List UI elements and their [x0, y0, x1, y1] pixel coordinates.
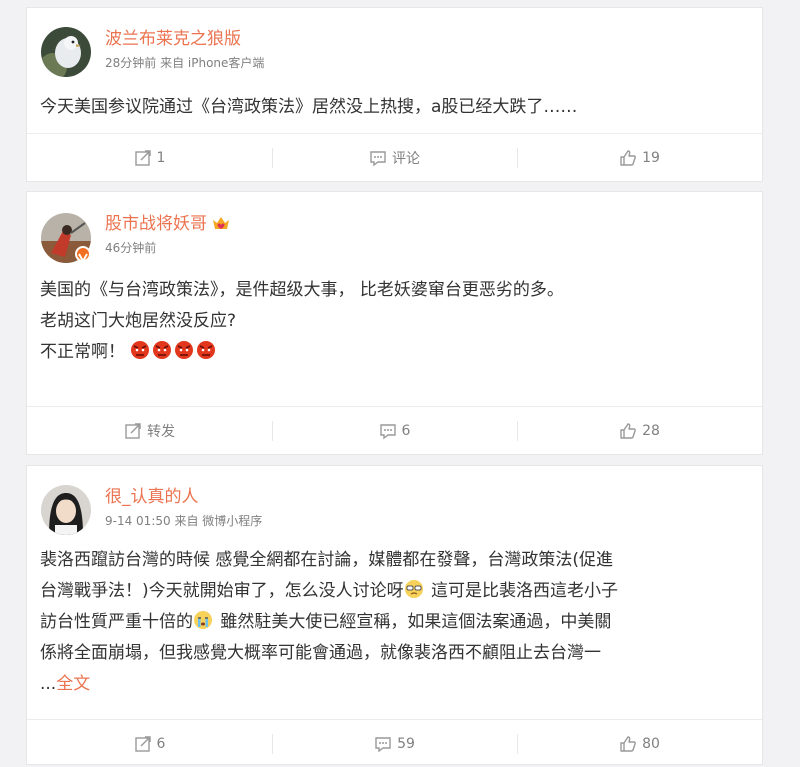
text-line: 美国的《与台湾政策法》，是件超级大事， 比老妖婆窜台更恶劣的多。 — [40, 280, 564, 300]
comment-count: 59 — [397, 735, 415, 752]
post-text: 美国的《与台湾政策法》，是件超级大事， 比老妖婆窜台更恶劣的多。 老胡这门大炮居… — [40, 275, 748, 368]
like-icon — [620, 149, 636, 166]
repost-icon — [134, 149, 151, 166]
verified-badge-icon — [75, 246, 91, 264]
action-bar: 1 评论 19 — [27, 133, 762, 181]
username[interactable]: 波兰布莱克之狼版 — [105, 29, 241, 49]
post-meta: 28分钟前 来自 iPhone客户端 — [105, 56, 265, 70]
post-meta: 9-14 01:50 来自 微博小程序 — [105, 514, 263, 528]
repost-count: 1 — [156, 149, 166, 166]
username-text: 股市战将妖哥 — [105, 214, 207, 234]
post-card: 股市战将妖哥 46分钟前 美国的《与台湾政策法》，是件超级大事， 比老妖婆窜台更… — [26, 191, 763, 455]
post-text: 裴洛西躥訪台灣的時候 感覺全網都在討論，媒體都在發聲，台灣政策法(促進 台灣戰爭… — [40, 545, 748, 700]
repost-button[interactable]: 6 — [27, 720, 272, 767]
text-line: 係將全面崩塌，但我感覺大概率可能會通過，就像裴洛西不顧阻止去台灣一 — [40, 643, 601, 663]
like-icon — [620, 422, 636, 439]
post-meta: 46分钟前 — [105, 241, 157, 255]
avatar[interactable] — [41, 485, 91, 535]
post-card: 波兰布莱克之狼版 28分钟前 来自 iPhone客户端 今天美国参议院通过《台湾… — [26, 7, 763, 182]
text-line: 裴洛西躥訪台灣的時候 感覺全網都在討論，媒體都在發聲，台灣政策法(促進 — [40, 550, 614, 570]
repost-button[interactable]: 1 — [27, 134, 272, 181]
comment-count: 评论 — [392, 150, 420, 167]
like-button[interactable]: 19 — [517, 134, 762, 181]
username[interactable]: 很_认真的人 — [105, 487, 199, 507]
angry-emoji-icon — [175, 341, 194, 359]
like-icon — [620, 735, 636, 752]
angry-emoji-icon — [197, 341, 216, 359]
text-line: 不正常啊！ — [40, 337, 748, 368]
post-card: 很_认真的人 9-14 01:50 来自 微博小程序 裴洛西躥訪台灣的時候 感覺… — [26, 465, 763, 765]
text-line: 訪台性質严重十倍的 雖然駐美大使已經宣稱，如果這個法案通過，中美關 — [40, 611, 612, 632]
repost-icon — [125, 422, 141, 439]
comment-icon — [379, 423, 396, 439]
sunglasses-emoji-icon — [404, 580, 423, 598]
post-text: 今天美国参议院通过《台湾政策法》居然没上热搜，a股已经大跌了…… — [40, 92, 748, 123]
comment-count: 6 — [401, 422, 411, 439]
comment-button[interactable]: 评论 — [272, 134, 517, 181]
crying-emoji-icon — [194, 611, 212, 629]
full-text-link[interactable]: 全文 — [56, 674, 90, 694]
like-count: 28 — [642, 422, 660, 439]
comment-icon — [370, 150, 386, 166]
like-button[interactable]: 80 — [517, 720, 762, 767]
text-line: 老胡这门大炮居然没反应? — [40, 311, 237, 331]
comment-icon — [375, 736, 391, 752]
text-line: ...全文 — [40, 674, 91, 694]
like-button[interactable]: 28 — [517, 407, 762, 454]
angry-emoji-icon — [131, 341, 150, 359]
repost-button[interactable]: 转发 — [27, 407, 272, 454]
text-line: 台灣戰爭法！)今天就開始审了，怎么没人讨论呀 這可是比裴洛西這老小子 — [40, 580, 619, 601]
action-bar: 6 59 80 — [27, 719, 762, 767]
username[interactable]: 股市战将妖哥 — [105, 214, 231, 234]
text-line: 今天美国参议院通过《台湾政策法》居然没上热搜，a股已经大跌了…… — [40, 97, 578, 117]
action-bar: 转发 6 28 — [27, 406, 762, 454]
like-count: 19 — [642, 149, 660, 166]
comment-button[interactable]: 59 — [272, 720, 517, 767]
repost-count: 转发 — [147, 423, 175, 440]
repost-icon — [134, 735, 151, 752]
angry-emoji-icon — [153, 341, 172, 359]
like-count: 80 — [642, 735, 660, 752]
repost-count: 6 — [156, 735, 166, 752]
avatar[interactable] — [41, 27, 91, 77]
comment-button[interactable]: 6 — [272, 407, 517, 454]
vip-crown-icon — [213, 217, 229, 229]
